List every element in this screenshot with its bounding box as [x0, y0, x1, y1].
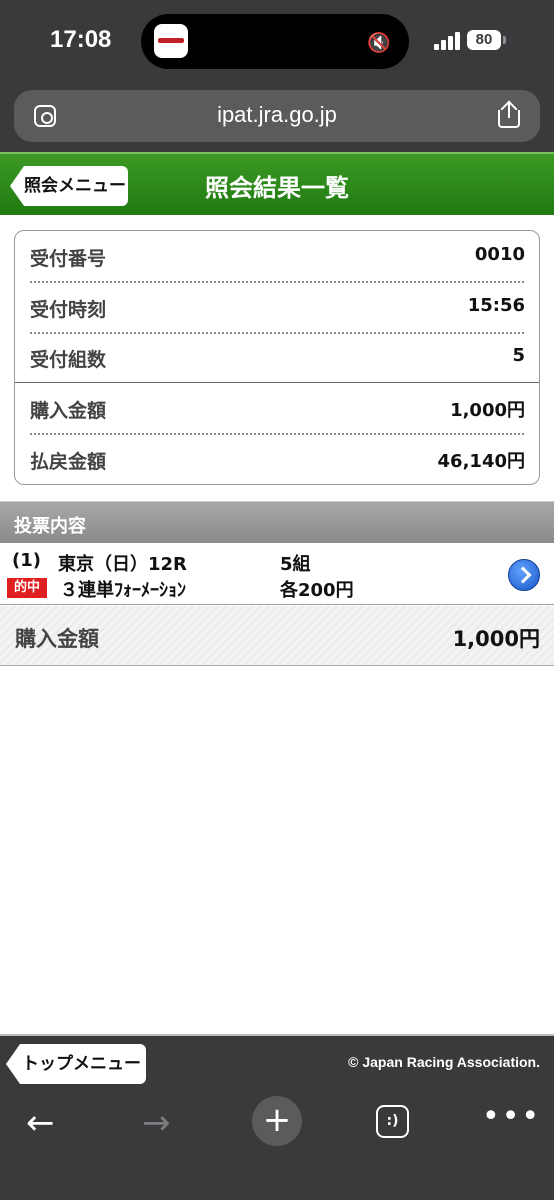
summary-row-receipt-time: 受付時刻 15:56: [15, 282, 539, 332]
url-text[interactable]: ipat.jra.go.jp: [14, 102, 540, 128]
summary-value: 5: [512, 345, 525, 366]
purchase-total: 購入金額 1,000円: [0, 606, 554, 666]
summary-value: 46,140円: [437, 451, 525, 472]
purchase-value: 1,000円: [452, 627, 540, 651]
inquiry-menu-back-button[interactable]: 照会メニュー: [10, 166, 128, 206]
purchase-label: 購入金額: [15, 627, 99, 651]
copyright: © Japan Racing Association.: [348, 1054, 540, 1070]
section-title: 投票内容: [14, 516, 86, 537]
summary-row-receipt-number: 受付番号 0010: [15, 231, 539, 281]
bet-list-item[interactable]: (1) 東京（日）12R 5組 的中 ３連単ﾌｫｰﾒｰｼｮﾝ 各200円: [0, 543, 554, 605]
share-icon[interactable]: [498, 100, 520, 128]
status-bar: 17:08 🔇 80: [0, 0, 554, 82]
bet-type: ３連単ﾌｫｰﾒｰｼｮﾝ: [60, 580, 186, 601]
app-activity-icon: [154, 24, 188, 58]
summary-value: 0010: [474, 244, 525, 265]
more-icon[interactable]: •••: [482, 1099, 541, 1134]
summary-value: 15:56: [467, 295, 525, 316]
new-tab-plus-icon[interactable]: +: [252, 1096, 302, 1146]
summary-label: 受付時刻: [30, 299, 107, 321]
mute-icon: 🔇: [367, 32, 391, 54]
signal-icon: [434, 32, 462, 50]
battery-tip: [503, 36, 506, 44]
summary-row-set-count: 受付組数 5: [15, 332, 539, 382]
dynamic-island: 🔇: [141, 14, 409, 69]
bet-set-count: 5組: [280, 554, 311, 575]
tabs-icon[interactable]: :): [376, 1105, 409, 1138]
section-header: 投票内容: [0, 501, 554, 543]
inquiry-summary: 受付番号 0010 受付時刻 15:56 受付組数 5 購入金額 1,000円 …: [14, 230, 540, 485]
browser-address-area: ipat.jra.go.jp: [0, 82, 554, 152]
summary-row-purchase-amount: 購入金額 1,000円: [15, 383, 539, 433]
top-menu-button[interactable]: トップメニュー: [6, 1044, 146, 1084]
summary-label: 払戻金額: [30, 451, 107, 473]
summary-value: 1,000円: [450, 400, 525, 421]
summary-row-payout-amount: 払戻金額 46,140円: [15, 434, 539, 484]
bet-each-amount: 各200円: [280, 580, 354, 601]
summary-label: 受付番号: [30, 248, 107, 270]
summary-label: 受付組数: [30, 349, 107, 371]
battery-icon: 80: [467, 30, 501, 50]
browser-toolbar: ← → + :) •••: [0, 1091, 554, 1200]
bet-race: 東京（日）12R: [58, 554, 187, 575]
bet-number: (1): [12, 550, 41, 571]
summary-label: 購入金額: [30, 400, 107, 422]
chevron-right-icon[interactable]: [508, 559, 540, 591]
page-header: 照会結果一覧 照会メニュー: [0, 152, 554, 215]
hit-badge: 的中: [7, 578, 47, 598]
status-time: 17:08: [50, 26, 112, 53]
back-arrow-icon[interactable]: ←: [26, 1103, 55, 1143]
forward-arrow-icon[interactable]: →: [142, 1103, 171, 1143]
address-bar[interactable]: ipat.jra.go.jp: [14, 90, 540, 142]
page-footer: トップメニュー © Japan Racing Association.: [0, 1034, 554, 1091]
